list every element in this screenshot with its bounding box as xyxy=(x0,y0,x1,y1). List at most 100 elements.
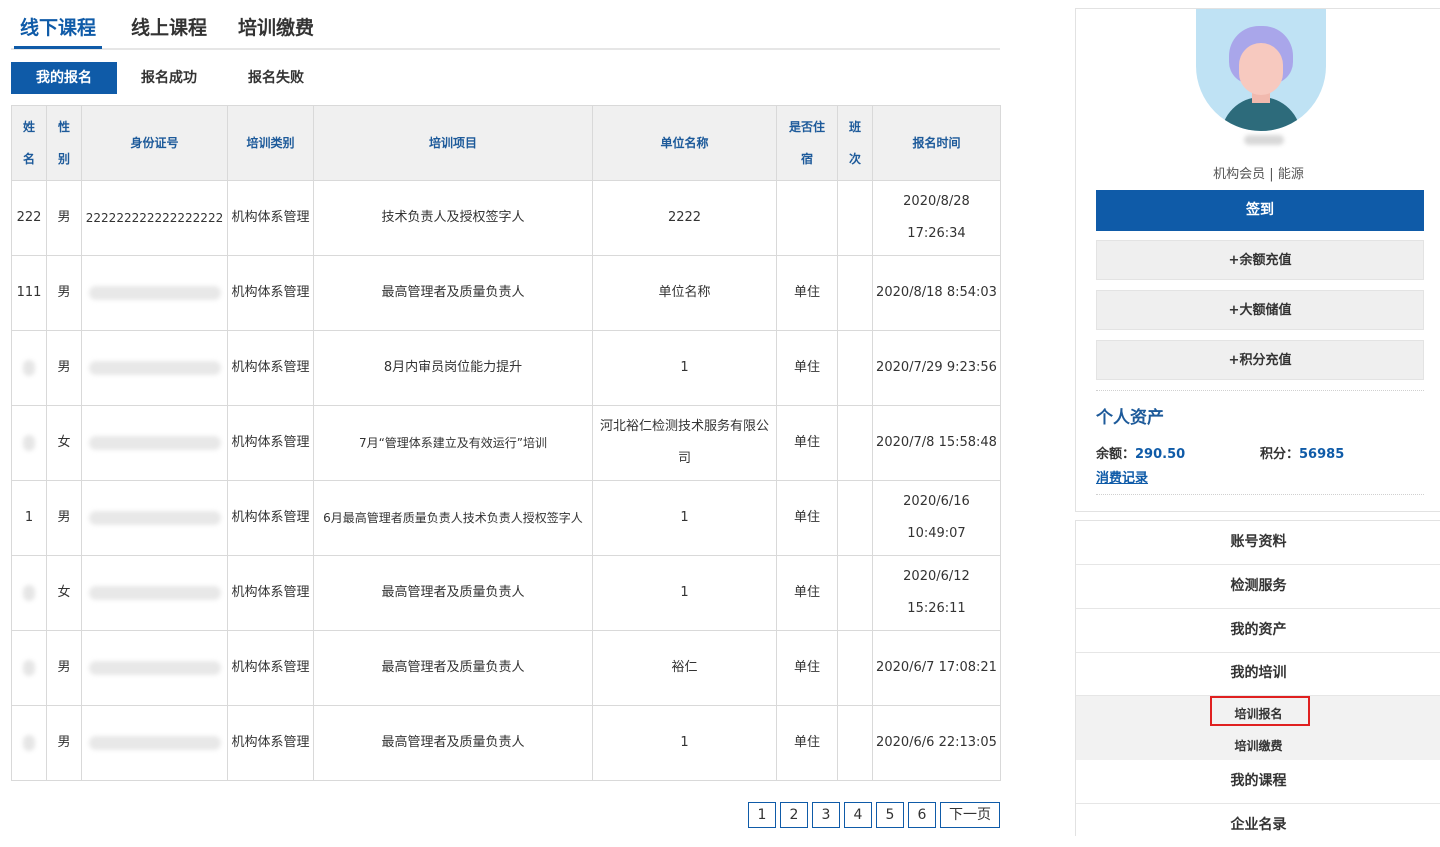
cell-id-number-redacted xyxy=(81,630,228,706)
cell-time: 2020/8/28 17:26:34 xyxy=(872,180,1001,256)
cell-name: 111 xyxy=(11,255,47,331)
tab-offline-courses[interactable]: 线下课程 xyxy=(14,12,102,49)
balance-recharge-button[interactable]: +余额充值 xyxy=(1096,240,1424,280)
redacted-blur xyxy=(23,434,35,451)
redacted-blur xyxy=(88,360,221,375)
redacted-blur xyxy=(23,359,35,376)
table-header-row: 姓名 性别 身份证号 培训类别 培训项目 单位名称 是否住宿 班次 报名时间 xyxy=(11,105,1001,181)
tab-registration-success[interactable]: 报名成功 xyxy=(129,62,209,94)
cell-name-redacted xyxy=(11,405,47,481)
cell-lodging: 单住 xyxy=(776,255,838,331)
redacted-blur xyxy=(23,584,35,601)
cell-unit: 河北裕仁检测技术服务有限公司 xyxy=(592,405,777,481)
course-tabs: 线下课程 线上课程 培训缴费 xyxy=(11,8,1000,50)
menu-item-my-courses[interactable]: 我的课程 xyxy=(1076,760,1440,804)
redacted-blur xyxy=(88,660,221,675)
table-row: 女 机构体系管理 最高管理者及质量负责人 1 单住 2020/6/12 15:2… xyxy=(11,555,1001,631)
cell-unit: 裕仁 xyxy=(592,630,777,706)
cell-name-redacted xyxy=(11,555,47,631)
avatar[interactable] xyxy=(1196,9,1326,131)
menu-item-my-training[interactable]: 我的培训 xyxy=(1076,652,1440,696)
menu-item-enterprise-directory[interactable]: 企业名录 xyxy=(1076,804,1440,847)
page-1-button[interactable]: 1 xyxy=(748,802,776,828)
tab-registration-failed[interactable]: 报名失败 xyxy=(236,62,316,94)
cell-shift xyxy=(837,180,873,256)
highlight-box xyxy=(1210,696,1310,726)
cell-category: 机构体系管理 xyxy=(227,705,314,781)
cell-id-number-redacted xyxy=(81,330,228,406)
cell-time: 2020/6/7 17:08:21 xyxy=(872,630,1001,706)
cell-gender: 男 xyxy=(46,705,82,781)
cell-lodging: 单住 xyxy=(776,630,838,706)
tab-training-payment[interactable]: 培训缴费 xyxy=(238,12,314,46)
registration-table: 姓名 性别 身份证号 培训类别 培训项目 单位名称 是否住宿 班次 报名时间 2… xyxy=(11,105,1001,781)
cell-gender: 男 xyxy=(46,180,82,256)
cell-project: 最高管理者及质量负责人 xyxy=(313,255,593,331)
cell-project: 7月“管理体系建立及有效运行”培训 xyxy=(313,405,593,481)
page-6-button[interactable]: 6 xyxy=(908,802,936,828)
large-deposit-button[interactable]: +大额储值 xyxy=(1096,290,1424,330)
account-menu: 账号资料 检测服务 我的资产 我的培训 培训报名 培训缴费 我的课程 企业名录 xyxy=(1075,520,1440,836)
cell-name-redacted xyxy=(11,630,47,706)
next-page-button[interactable]: 下一页 xyxy=(940,802,1000,828)
table-row: 222 男 222222222222222222 机构体系管理 技术负责人及授权… xyxy=(11,180,1001,256)
profile-panel: 机构会员 | 能源 签到 +余额充值 +大额储值 +积分充值 个人资产 余额：2… xyxy=(1075,8,1440,512)
tab-my-registration[interactable]: 我的报名 xyxy=(11,62,117,94)
points-value: 56985 xyxy=(1299,447,1345,462)
cell-id-number-redacted xyxy=(81,555,228,631)
header-training-category: 培训类别 xyxy=(227,105,314,181)
cell-shift xyxy=(837,255,873,331)
page-5-button[interactable]: 5 xyxy=(876,802,904,828)
cell-lodging: 单住 xyxy=(776,555,838,631)
cell-time: 2020/7/8 15:58:48 xyxy=(872,405,1001,481)
cell-time: 2020/6/6 22:13:05 xyxy=(872,705,1001,781)
menu-item-my-assets[interactable]: 我的资产 xyxy=(1076,609,1440,653)
cell-lodging: 单住 xyxy=(776,405,838,481)
table-row: 男 机构体系管理 最高管理者及质量负责人 1 单住 2020/6/6 22:13… xyxy=(11,705,1001,781)
cell-project: 8月内审员岗位能力提升 xyxy=(313,330,593,406)
cell-name-redacted xyxy=(11,330,47,406)
sign-in-button[interactable]: 签到 xyxy=(1096,190,1424,231)
avatar-face-shape xyxy=(1239,43,1283,95)
pagination: 1 2 3 4 5 6 下一页 xyxy=(748,802,1000,828)
cell-gender: 男 xyxy=(46,480,82,556)
header-name: 姓名 xyxy=(11,105,47,181)
page-2-button[interactable]: 2 xyxy=(780,802,808,828)
balance-value: 290.50 xyxy=(1135,447,1186,462)
cell-project: 6月最高管理者质量负责人技术负责人授权签字人 xyxy=(313,480,593,556)
cell-shift xyxy=(837,555,873,631)
cell-category: 机构体系管理 xyxy=(227,255,314,331)
page-3-button[interactable]: 3 xyxy=(812,802,840,828)
header-registration-time: 报名时间 xyxy=(872,105,1001,181)
training-submenu: 培训报名 培训缴费 xyxy=(1076,696,1440,760)
page-4-button[interactable]: 4 xyxy=(844,802,872,828)
cell-shift xyxy=(837,630,873,706)
cell-gender: 男 xyxy=(46,630,82,706)
personal-assets-title: 个人资产 xyxy=(1096,408,1164,428)
tab-online-courses[interactable]: 线上课程 xyxy=(131,12,207,46)
menu-item-account-info[interactable]: 账号资料 xyxy=(1076,521,1440,565)
cell-category: 机构体系管理 xyxy=(227,405,314,481)
cell-shift xyxy=(837,480,873,556)
cell-name: 222 xyxy=(11,180,47,256)
header-training-project: 培训项目 xyxy=(313,105,593,181)
menu-item-testing-services[interactable]: 检测服务 xyxy=(1076,565,1440,609)
header-lodging: 是否住宿 xyxy=(776,105,838,181)
cell-category: 机构体系管理 xyxy=(227,480,314,556)
header-gender: 性别 xyxy=(46,105,82,181)
header-unit-name: 单位名称 xyxy=(592,105,777,181)
cell-project: 最高管理者及质量负责人 xyxy=(313,705,593,781)
table-row: 男 机构体系管理 最高管理者及质量负责人 裕仁 单住 2020/6/7 17:0… xyxy=(11,630,1001,706)
consumption-records-link[interactable]: 消费记录 xyxy=(1096,467,1148,486)
table-row: 女 机构体系管理 7月“管理体系建立及有效运行”培训 河北裕仁检测技术服务有限公… xyxy=(11,405,1001,481)
submenu-item-training-payment[interactable]: 培训缴费 xyxy=(1076,737,1440,754)
points-recharge-button[interactable]: +积分充值 xyxy=(1096,340,1424,380)
cell-project: 最高管理者及质量负责人 xyxy=(313,555,593,631)
cell-unit: 1 xyxy=(592,330,777,406)
header-shift: 班次 xyxy=(837,105,873,181)
cell-time: 2020/8/18 8:54:03 xyxy=(872,255,1001,331)
cell-unit: 1 xyxy=(592,555,777,631)
cell-time: 2020/6/12 15:26:11 xyxy=(872,555,1001,631)
cell-time: 2020/6/16 10:49:07 xyxy=(872,480,1001,556)
cell-id-number-redacted xyxy=(81,705,228,781)
